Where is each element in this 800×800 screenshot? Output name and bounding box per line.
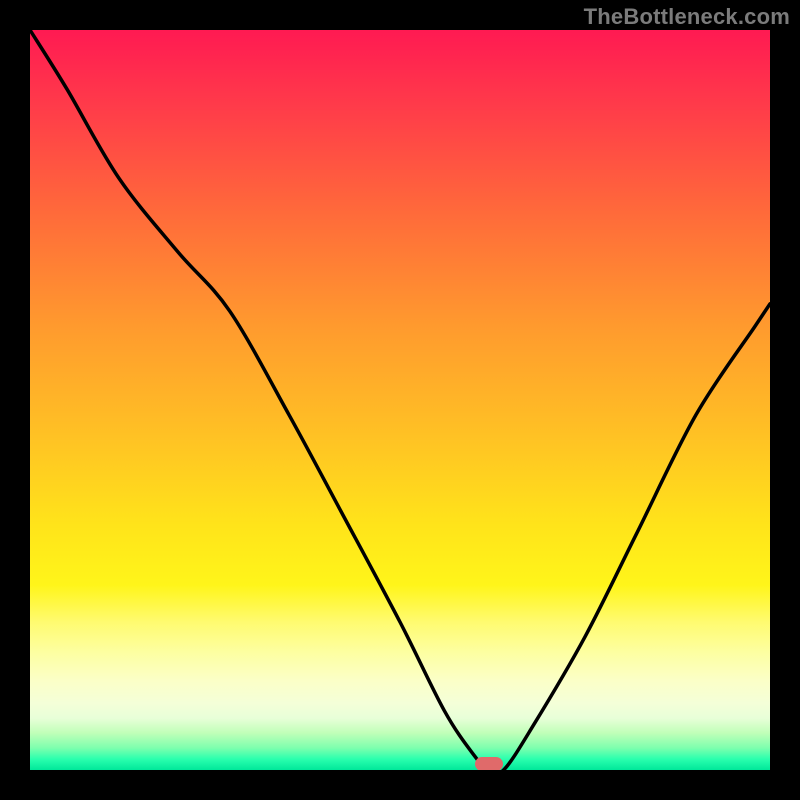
optimum-marker: [475, 757, 503, 770]
plot-area: [30, 30, 770, 770]
chart-container: TheBottleneck.com: [0, 0, 800, 800]
plot-background-gradient: [30, 30, 770, 770]
watermark-text: TheBottleneck.com: [584, 4, 790, 30]
